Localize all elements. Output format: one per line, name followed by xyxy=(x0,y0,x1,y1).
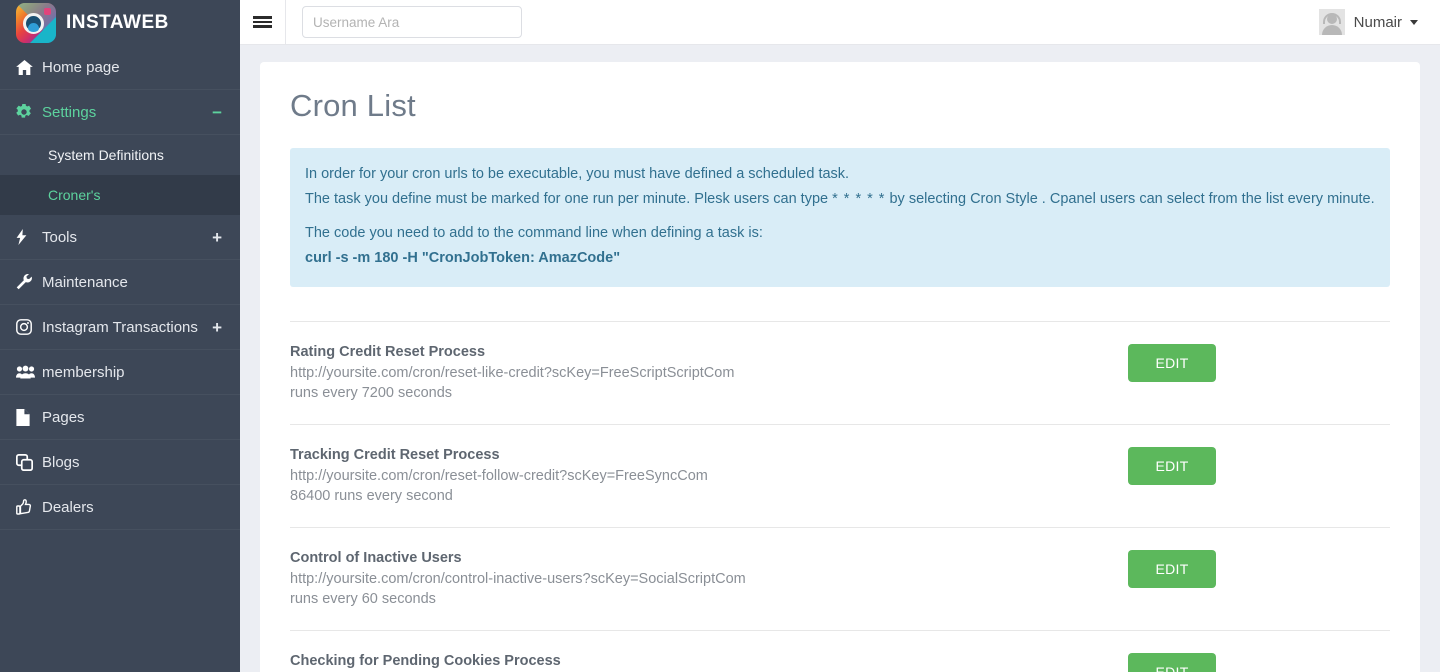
cron-action: EDIT xyxy=(1100,446,1390,485)
cron-info: Rating Credit Reset Process http://yoursi… xyxy=(290,344,1100,401)
cron-info: Checking for Pending Cookies Processhttp… xyxy=(290,653,1100,672)
main-content: Cron List In order for your cron urls to… xyxy=(240,45,1440,672)
sidebar-item-membership[interactable]: membership xyxy=(0,350,240,395)
cron-row: Checking for Pending Cookies Processhttp… xyxy=(290,629,1390,672)
cron-row: Rating Credit Reset Process http://yoursi… xyxy=(290,320,1390,424)
sidebar-subitem-croners[interactable]: Croner's xyxy=(0,175,240,215)
cron-frequency: runs every 7200 seconds xyxy=(290,384,453,401)
users-icon xyxy=(16,365,42,379)
home-icon xyxy=(16,59,42,75)
sidebar-item-instagram-transactions[interactable]: Instagram Transactions + xyxy=(0,305,240,350)
alert-line-2-prefix: The task you define must be marked for o… xyxy=(305,190,833,207)
edit-button[interactable]: EDIT xyxy=(1128,343,1216,382)
user-menu[interactable]: Numair xyxy=(1318,9,1440,35)
sidebar-item-label: membership xyxy=(42,363,125,381)
sidebar-item-label: Dealers xyxy=(42,498,94,516)
brand-name: INSTAWEB xyxy=(66,11,169,33)
page-title: Cron List xyxy=(290,88,416,123)
search-input[interactable] xyxy=(302,6,522,38)
brand-header[interactable]: INSTAWEB xyxy=(0,0,240,45)
sidebar-item-label: Instagram Transactions xyxy=(42,318,198,336)
cron-url: http://yoursite.com/cron/reset-like-cred… xyxy=(290,364,735,381)
cron-action: EDIT xyxy=(1100,549,1390,588)
copy-icon xyxy=(16,453,42,471)
cron-action: EDIT xyxy=(1100,343,1390,382)
cron-name: Rating Credit Reset Process xyxy=(290,343,486,360)
cron-name: Checking for Pending Cookies Process xyxy=(290,652,561,669)
cron-action: EDIT xyxy=(1100,652,1390,672)
avatar xyxy=(1318,9,1345,35)
gear-icon xyxy=(16,104,42,120)
cron-list: Rating Credit Reset Process http://yoursi… xyxy=(290,320,1390,672)
sidebar-subitem-system-definitions[interactable]: System Definitions xyxy=(0,135,240,175)
cron-info: Tracking Credit Reset Process http://your… xyxy=(290,447,1100,504)
instagram-camera-logo-icon xyxy=(16,2,56,43)
edit-button[interactable]: EDIT xyxy=(1128,549,1216,588)
instagram-icon xyxy=(16,319,42,335)
sidebar-item-toggle: + xyxy=(212,227,222,247)
sidebar-item-label: Settings xyxy=(42,103,97,121)
search-container xyxy=(286,6,522,38)
sidebar-nav: Home page Settings − System Definitions … xyxy=(0,45,240,530)
sidebar-subitem-label: System Definitions xyxy=(48,147,164,163)
thumbs-up-icon xyxy=(16,499,42,515)
sidebar-item-label: Maintenance xyxy=(42,273,128,291)
cron-info: Control of Inactive Users http://yoursite… xyxy=(290,550,1100,607)
cron-info-alert: In order for your cron urls to be execut… xyxy=(290,148,1390,287)
cron-frequency: runs every 60 seconds xyxy=(290,590,436,607)
sidebar-item-blogs[interactable]: Blogs xyxy=(0,440,240,485)
sidebar-item-toggle: − xyxy=(212,102,222,122)
edit-button[interactable]: EDIT xyxy=(1128,446,1216,485)
sidebar-item-home-page[interactable]: Home page xyxy=(0,45,240,90)
alert-line-2-suffix: by selecting Cron Style . Cpanel users c… xyxy=(885,190,1375,207)
sidebar-item-pages[interactable]: Pages xyxy=(0,395,240,440)
user-name: Numair xyxy=(1353,13,1402,31)
cron-style-stars: * * * * * xyxy=(832,190,886,207)
sidebar-item-label: Home page xyxy=(42,58,120,76)
wrench-icon xyxy=(16,274,42,290)
cron-name: Control of Inactive Users xyxy=(290,549,462,566)
alert-line-3: The code you need to add to the command … xyxy=(305,224,763,241)
sidebar-subitem-label: Croner's xyxy=(48,187,101,203)
chevron-down-icon xyxy=(1410,19,1418,25)
cron-url: http://yoursite.com/cron/control-inactiv… xyxy=(290,570,746,587)
cron-row: Control of Inactive Users http://yoursite… xyxy=(290,526,1390,630)
edit-button[interactable]: EDIT xyxy=(1128,652,1216,672)
bolt-icon xyxy=(16,229,42,245)
sidebar-item-settings[interactable]: Settings − xyxy=(0,90,240,135)
sidebar-item-label: Tools xyxy=(42,228,78,246)
file-icon xyxy=(16,408,42,426)
cron-row: Tracking Credit Reset Process http://your… xyxy=(290,423,1390,527)
sidebar-item-label: Blogs xyxy=(42,453,80,471)
alert-spacer xyxy=(305,212,1375,221)
cron-frequency: 86400 runs every second xyxy=(290,487,453,504)
alert-line-1: In order for your cron urls to be execut… xyxy=(305,166,850,182)
sidebar-item-toggle: + xyxy=(212,317,222,337)
content-card: Cron List In order for your cron urls to… xyxy=(260,62,1420,672)
hamburger-icon[interactable] xyxy=(240,0,286,45)
sidebar-item-tools[interactable]: Tools + xyxy=(0,215,240,260)
cron-url: http://yoursite.com/cron/reset-follow-cr… xyxy=(290,467,708,484)
sidebar-item-maintenance[interactable]: Maintenance xyxy=(0,260,240,305)
alert-command-code: curl -s -m 180 -H "CronJobToken: AmazCod… xyxy=(305,249,621,266)
alert-line-2: The task you define must be marked for o… xyxy=(305,187,1375,212)
topbar: Numair xyxy=(240,0,1440,45)
sidebar-item-label: Pages xyxy=(42,408,85,426)
sidebar-item-dealers[interactable]: Dealers xyxy=(0,485,240,530)
sidebar: INSTAWEB Home page Settings − System Def… xyxy=(0,0,240,672)
cron-name: Tracking Credit Reset Process xyxy=(290,446,500,463)
